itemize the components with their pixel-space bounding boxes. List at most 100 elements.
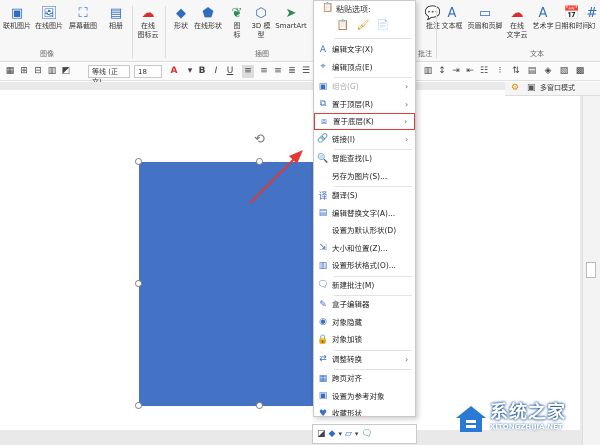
chevron-right-icon: › bbox=[405, 82, 409, 91]
scrollbar-thumb[interactable] bbox=[586, 262, 596, 278]
menu-item-adjust-convert[interactable]: ⇄ 调整转换 › bbox=[314, 351, 415, 368]
resize-handle[interactable] bbox=[135, 402, 142, 409]
outline-icon[interactable]: ▱ bbox=[345, 429, 352, 439]
fill-icon[interactable]: ◆ bbox=[329, 429, 336, 439]
menu-item-label: 编辑顶点(E) bbox=[332, 62, 373, 72]
slide[interactable]: ⟲ bbox=[0, 90, 580, 430]
menu-item-lock-object[interactable]: 🔒 对象加锁 bbox=[314, 331, 415, 348]
menu-item-edit-text[interactable]: A 编辑文字(X) bbox=[314, 41, 415, 58]
textbox-button[interactable]: A 文本框 bbox=[437, 4, 467, 31]
group-icon: ▣ bbox=[318, 81, 328, 92]
resize-handle[interactable] bbox=[135, 280, 142, 287]
menu-item-label: 编辑文字(X) bbox=[332, 45, 373, 54]
align-icon[interactable]: ⊞ bbox=[18, 65, 30, 78]
menu-item-bring-to-front[interactable]: ⧉ 置于顶层(R) › bbox=[314, 96, 415, 113]
distributed-icon[interactable]: ☰ bbox=[300, 65, 312, 78]
distribute-icon[interactable]: ⊟ bbox=[32, 65, 44, 78]
paste-keep-format-icon[interactable]: 📋 bbox=[336, 19, 350, 33]
menu-item-new-comment[interactable]: 🗨 新建批注(M) bbox=[314, 277, 415, 294]
menu-item-format-shape[interactable]: ▥ 设置形状格式(O)... bbox=[314, 257, 415, 274]
smart-graphics-icon[interactable]: ◈ bbox=[542, 65, 554, 78]
menu-item-size-position[interactable]: ⇲ 大小和位置(Z)... bbox=[314, 240, 415, 257]
menu-item-hide-object[interactable]: ◉ 对象隐藏 bbox=[314, 314, 415, 331]
settings-icon[interactable]: ⚙ bbox=[511, 82, 519, 95]
menu-item-cross-page-align[interactable]: ▦ 跨页对齐 bbox=[314, 370, 415, 387]
menu-item-favorite-shape[interactable]: ♥ 收藏形状 bbox=[314, 405, 415, 417]
justify-icon[interactable]: ≣ bbox=[286, 65, 298, 78]
wordart-button[interactable]: A 艺术字 bbox=[528, 4, 558, 31]
outline-dropdown-icon[interactable]: ▾ bbox=[355, 430, 359, 438]
slide-number-button[interactable]: # 幻 bbox=[584, 4, 600, 31]
paste-picture-icon[interactable]: 🖌 bbox=[356, 19, 370, 33]
numbering-icon[interactable]: ⁝ bbox=[494, 65, 506, 78]
menu-item-reference-object[interactable]: ▣ 设置为参考对象 bbox=[314, 388, 415, 405]
format-painter-icon[interactable]: ▦ bbox=[4, 65, 16, 78]
menu-item-send-to-back[interactable]: ⧈ 置于底层(K) › bbox=[314, 113, 415, 130]
align-left-icon[interactable]: ≡ bbox=[242, 65, 254, 78]
resize-handle[interactable] bbox=[135, 158, 142, 165]
textbox-icon: A bbox=[447, 5, 457, 21]
more-format-icon[interactable]: ▧ bbox=[558, 65, 570, 78]
fill-dropdown-icon[interactable]: ▾ bbox=[338, 430, 342, 438]
font-color-icon[interactable]: A bbox=[168, 65, 180, 78]
online-shape-icon: ⬟ bbox=[202, 5, 214, 21]
menu-item-label: 组合(G) bbox=[332, 82, 359, 91]
album-button[interactable]: ▤ 相册 bbox=[101, 4, 131, 31]
align-right-icon[interactable]: ≡ bbox=[272, 65, 284, 78]
screenshot-button[interactable]: ⛶ 屏幕截图 bbox=[68, 4, 98, 31]
font-color-dropdown-icon[interactable]: ▾ bbox=[184, 65, 196, 78]
line-spacing-icon[interactable]: ↕ bbox=[436, 65, 448, 78]
group-label-text: 文本 bbox=[530, 50, 544, 58]
shape-button[interactable]: ◆ 形状 bbox=[166, 4, 196, 31]
menu-item-label: 大小和位置(Z)... bbox=[332, 243, 388, 253]
menu-item-translate[interactable]: 译翻译(S) bbox=[314, 187, 415, 204]
menu-item-link[interactable]: 🔗 链接(I) › bbox=[314, 131, 415, 148]
icon-cloud-icon: ☁ bbox=[141, 5, 155, 21]
online-picture-button[interactable]: ▣ 联机图片 bbox=[2, 4, 32, 31]
underline-icon[interactable]: U bbox=[224, 65, 236, 78]
menu-item-save-as-picture[interactable]: 另存为图片(S)... bbox=[314, 168, 415, 185]
date-time-icon: 📅 bbox=[563, 5, 581, 21]
online-image-button[interactable]: 🖼 在线图片 bbox=[34, 4, 64, 31]
menu-item-alt-text[interactable]: ▤ 编辑替换文字(A)... bbox=[314, 205, 415, 222]
columns-icon[interactable]: ▥ bbox=[422, 65, 434, 78]
icon-cloud-button[interactable]: ☁ 在线 图标云 bbox=[133, 4, 163, 40]
new-comment-mini-icon[interactable]: 🗨 bbox=[361, 429, 372, 439]
menu-item-box-editor[interactable]: ✎ 盒子编辑器 bbox=[314, 296, 415, 313]
resize-handle[interactable] bbox=[256, 402, 263, 409]
font-size-select[interactable]: 18 bbox=[134, 65, 162, 78]
alt-text-icon: ▤ bbox=[318, 208, 328, 218]
3d-model-button[interactable]: ⬡ 3D 模 型 bbox=[246, 4, 276, 40]
bold-icon[interactable]: B bbox=[196, 65, 208, 78]
smart-lookup-icon: 🔍 bbox=[317, 153, 329, 164]
online-shape-button[interactable]: ⬟ 在线形状 bbox=[193, 4, 223, 31]
text-direction-icon[interactable]: ⇅ bbox=[510, 65, 522, 78]
smartart-button[interactable]: ➤ SmartArt bbox=[273, 4, 309, 31]
menu-item-default-shape[interactable]: 设置为默认形状(D) bbox=[314, 222, 415, 239]
indent-icon[interactable]: ⇥ bbox=[450, 65, 462, 78]
window-icon[interactable]: ▣ bbox=[527, 82, 536, 95]
album-icon: ▤ bbox=[109, 5, 123, 21]
multi-window-label[interactable]: 多窗口模式 bbox=[540, 82, 575, 95]
bullets-icon[interactable]: ☷ bbox=[478, 65, 490, 78]
font-select[interactable]: 等线 (正文) bbox=[88, 65, 130, 86]
arrange-icon[interactable]: ▥ bbox=[46, 65, 58, 78]
menu-item-label: 收藏形状 bbox=[332, 409, 362, 417]
3d-model-icon: ⬡ bbox=[255, 5, 267, 21]
shape-fill-icon[interactable]: ◩ bbox=[60, 65, 72, 78]
italic-icon[interactable]: I bbox=[210, 65, 222, 78]
align-center-icon[interactable]: ≡ bbox=[258, 65, 270, 78]
paste-text-only-icon[interactable]: 📄 bbox=[376, 19, 390, 33]
header-footer-button[interactable]: ▭ 页眉和页脚 bbox=[468, 4, 503, 31]
outdent-icon[interactable]: ⇤ bbox=[464, 65, 476, 78]
watermark: 系统之家 XITONGZHIJIA.NET bbox=[450, 396, 598, 444]
box-editor-icon: ✎ bbox=[319, 299, 327, 310]
style-icon[interactable]: ◪ bbox=[317, 429, 326, 439]
textbox-align-icon[interactable]: ▤ bbox=[526, 65, 538, 78]
menu-item-edit-points[interactable]: ⌖ 编辑顶点(E) bbox=[314, 59, 415, 76]
extra-format-icon[interactable]: ▩ bbox=[574, 65, 586, 78]
vertical-scrollbar[interactable] bbox=[582, 82, 600, 445]
menu-item-group[interactable]: ▣ 组合(G) › bbox=[314, 78, 415, 95]
menu-item-label: 链接(I) bbox=[332, 134, 356, 144]
menu-item-smart-lookup[interactable]: 🔍 智能查找(L) bbox=[314, 150, 415, 167]
